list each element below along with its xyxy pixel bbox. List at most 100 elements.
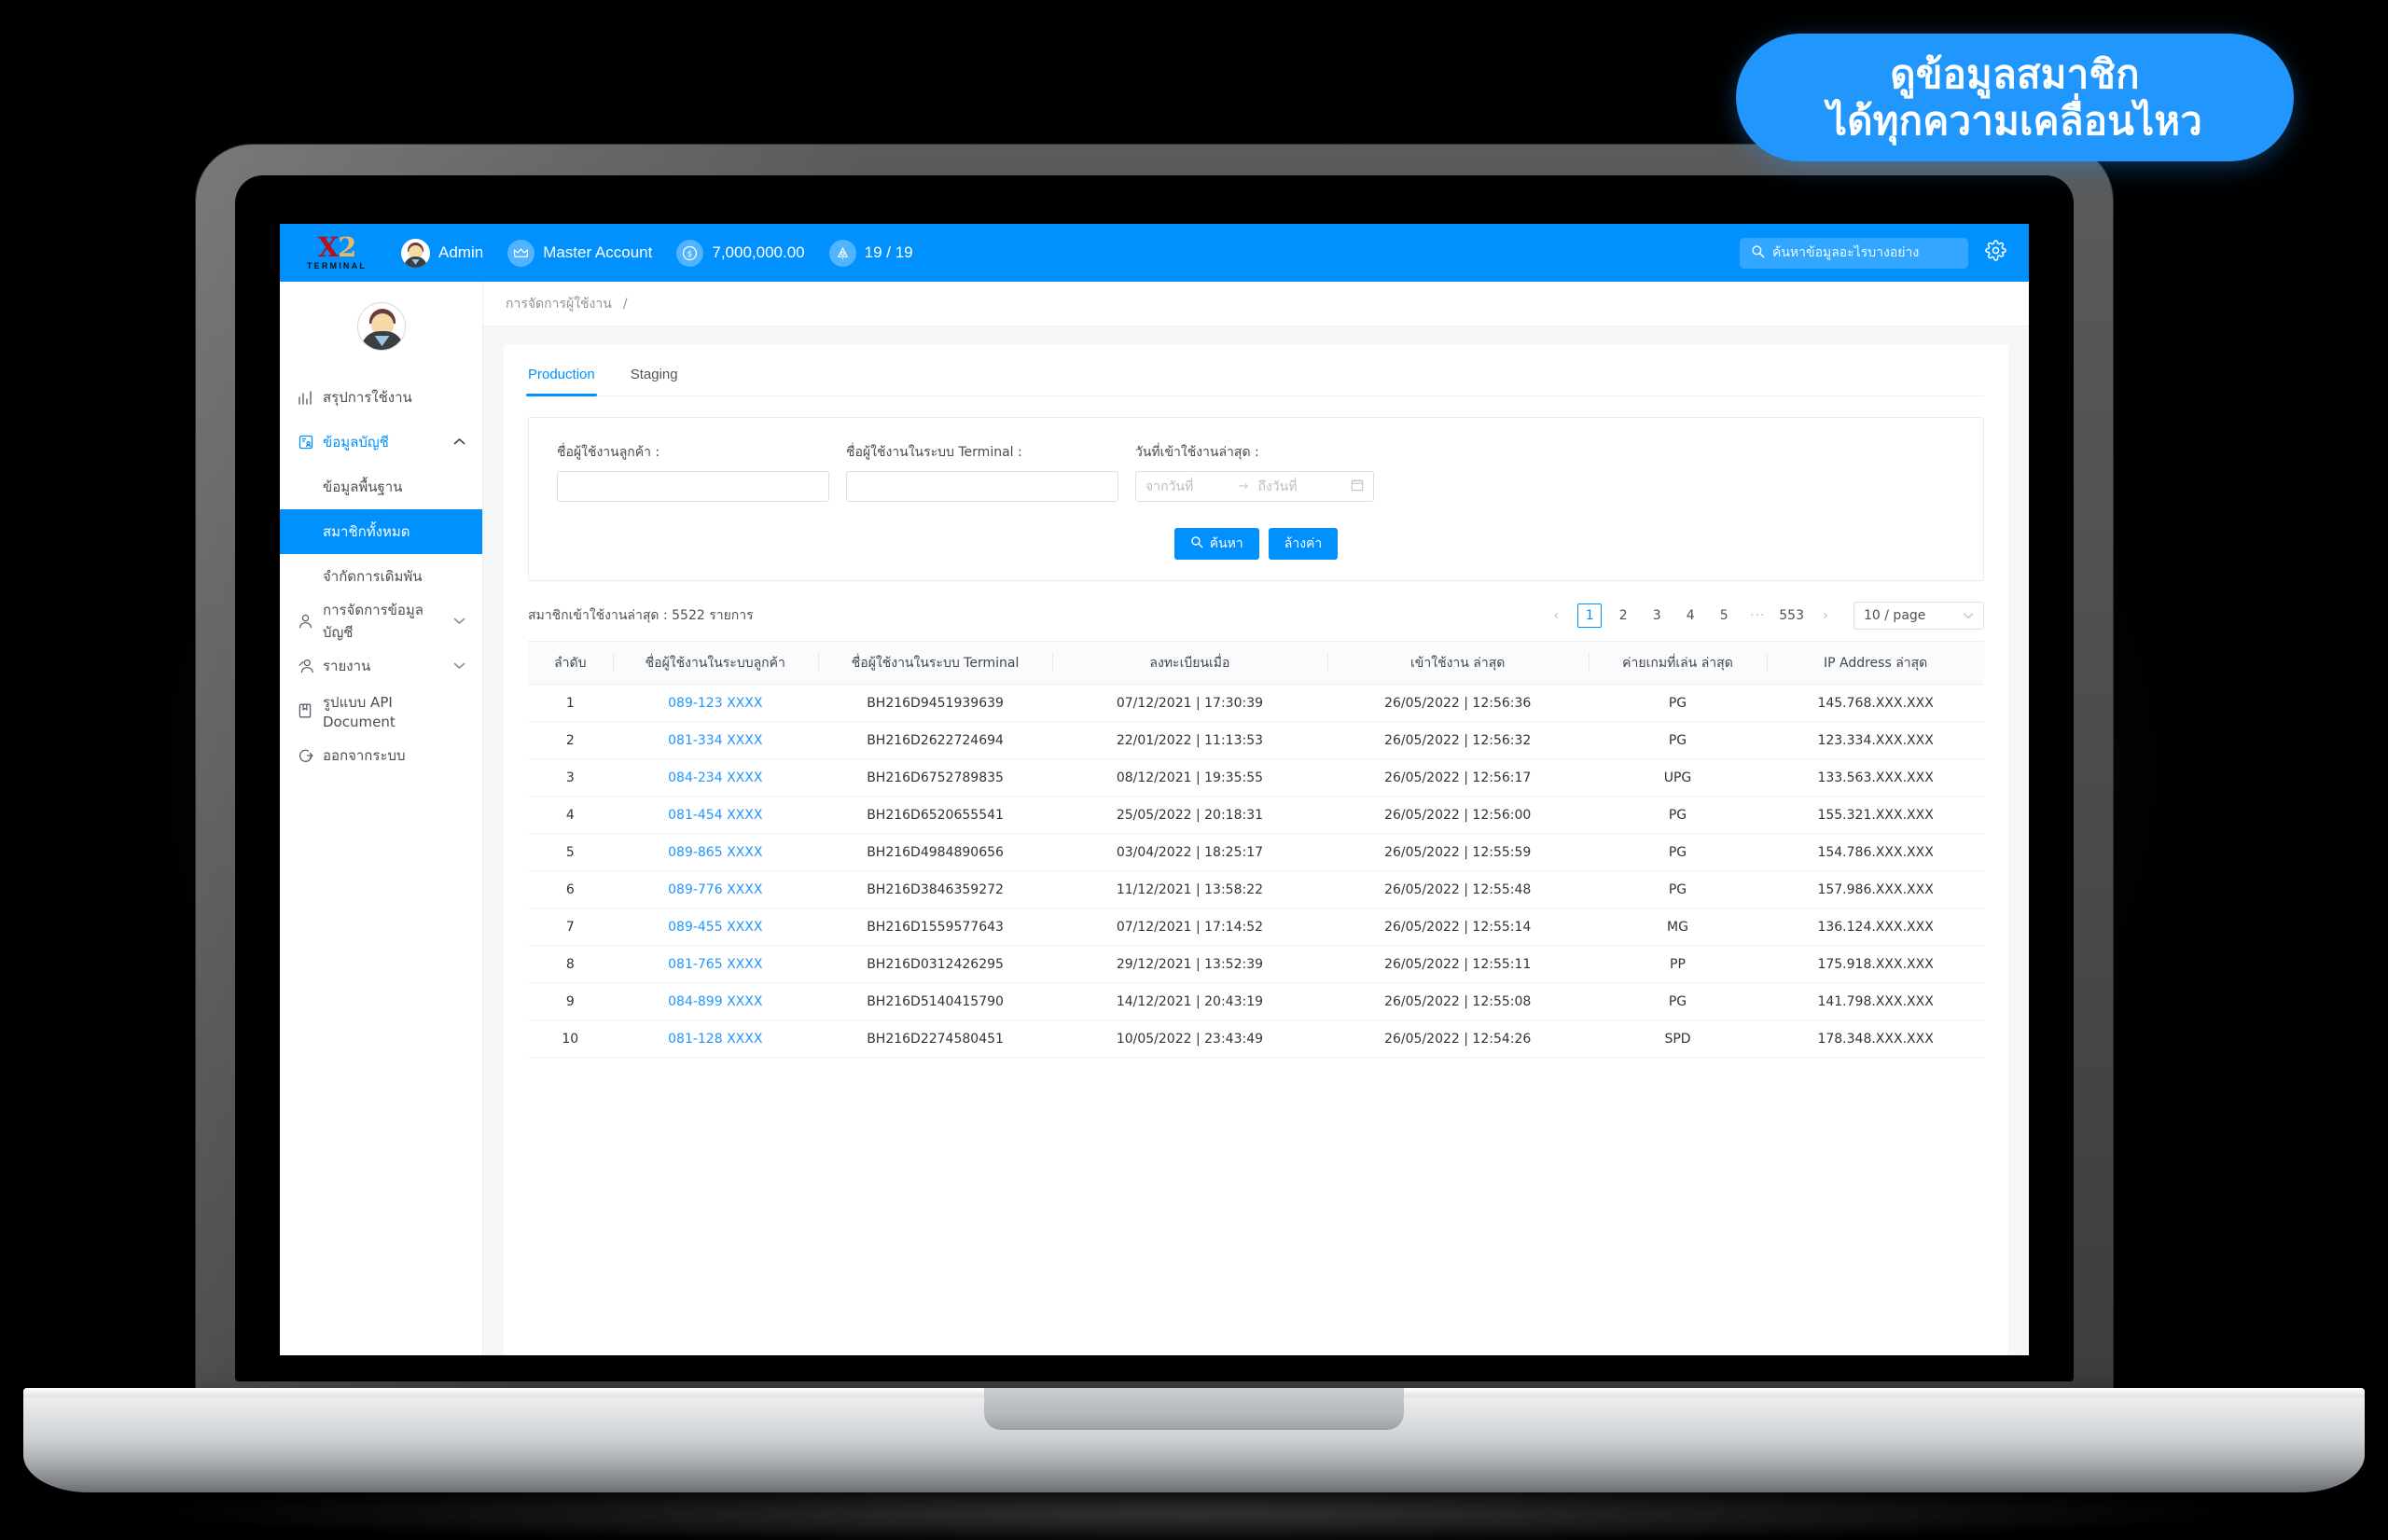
page-size-value: 10 / page	[1864, 608, 1926, 623]
cell-registered-at: 10/05/2022 | 23:43:49	[1052, 1020, 1327, 1058]
pagination-page-last[interactable]: 553	[1779, 604, 1804, 628]
cell-ip-address: 154.786.XXX.XXX	[1767, 833, 1984, 871]
sidebar-item-api-document[interactable]: รูปแบบ API Document	[280, 688, 482, 733]
pagination-page-4[interactable]: 4	[1678, 604, 1702, 628]
cell-last-login: 26/05/2022 | 12:55:48	[1326, 870, 1589, 909]
clear-button-label: ล้างค่า	[1284, 536, 1323, 551]
pagination-prev[interactable]: ‹	[1544, 604, 1568, 628]
sidebar-item-basic-info[interactable]: ข้อมูลพื้นฐาน	[280, 465, 482, 509]
date-range-picker[interactable]: จากวันที่ → ถึงวันที่	[1135, 471, 1374, 502]
clear-button[interactable]: ล้างค่า	[1268, 528, 1339, 560]
cell-customer-username[interactable]: 089-123 XXXX	[612, 684, 818, 722]
cell-terminal-username: BH216D5140415790	[817, 982, 1053, 1020]
cell-no: 9	[528, 982, 613, 1020]
header-notifications[interactable]: 19 / 19	[828, 239, 913, 267]
global-search-placeholder: ค้นหาข้อมูลอะไรบางอย่าง	[1772, 244, 1920, 259]
gear-icon[interactable]	[1985, 239, 2006, 267]
customer-username-link[interactable]: 081-454 XXXX	[668, 808, 762, 823]
breadcrumb-separator: /	[622, 296, 628, 312]
pagination-page-3[interactable]: 3	[1645, 604, 1669, 628]
sidebar: สรุปการใช้งาน ข้อมูลบัญชี ข้อมูลพื้นฐาน	[280, 282, 483, 1355]
column-header-no: ลำดับ	[528, 641, 613, 685]
cell-last-login: 26/05/2022 | 12:56:17	[1326, 758, 1589, 797]
customer-username-link[interactable]: 084-234 XXXX	[668, 770, 762, 785]
cell-no: 3	[528, 758, 613, 797]
cell-registered-at: 14/12/2021 | 20:43:19	[1052, 982, 1327, 1020]
content-panel: Production Staging ชื่อผู้ใช้งานลูกค้า :…	[504, 344, 2008, 1355]
customer-username-link[interactable]: 089-123 XXXX	[668, 696, 762, 711]
date-to-placeholder[interactable]: ถึงวันที่	[1257, 477, 1341, 497]
pagination-next[interactable]: ›	[1813, 604, 1838, 628]
cell-customer-username[interactable]: 089-455 XXXX	[612, 908, 818, 946]
cell-customer-username[interactable]: 084-899 XXXX	[612, 982, 818, 1020]
customer-username-link[interactable]: 081-128 XXXX	[668, 1032, 762, 1047]
search-button[interactable]: ค้นหา	[1173, 528, 1259, 560]
pagination-page-1[interactable]: 1	[1577, 604, 1603, 628]
breadcrumb-item[interactable]: การจัดการผู้ใช้งาน	[506, 294, 612, 314]
table-row: 7 089-455 XXXX BH216D1559577643 07/12/2021 …	[528, 908, 1984, 946]
cell-ip-address: 136.124.XXX.XXX	[1767, 908, 1984, 946]
cell-no: 10	[528, 1020, 613, 1058]
users-report-icon	[298, 659, 323, 673]
cell-customer-username[interactable]: 081-128 XXXX	[612, 1020, 818, 1058]
sidebar-item-usage-summary[interactable]: สรุปการใช้งาน	[280, 375, 482, 420]
cell-customer-username[interactable]: 081-454 XXXX	[612, 796, 818, 834]
cell-customer-username[interactable]: 084-234 XXXX	[612, 758, 818, 797]
screenshot-stage: ดูข้อมูลสมาชิก ได้ทุกความเคลื่อนไหว X2 T…	[0, 0, 2388, 1540]
sidebar-item-account-info[interactable]: ข้อมูลบัญชี	[280, 420, 482, 465]
logo-letter-x: X	[317, 231, 339, 264]
avatar[interactable]	[356, 302, 406, 351]
app-screen: X2 TERMINAL Admin Master Account $ 7,000…	[280, 224, 2029, 1355]
customer-username-link[interactable]: 084-899 XXXX	[668, 994, 762, 1009]
header-account[interactable]: Master Account	[507, 239, 652, 267]
tab-staging[interactable]: Staging	[631, 367, 678, 395]
cell-no: 4	[528, 796, 613, 834]
table-row: 2 081-334 XXXX BH216D2622724694 22/01/2022 …	[528, 721, 1984, 759]
terminal-username-input[interactable]	[846, 471, 1118, 502]
promo-callout-badge: ดูข้อมูลสมาชิก ได้ทุกความเคลื่อนไหว	[1736, 34, 2294, 161]
cell-terminal-username: BH216D2274580451	[817, 1020, 1053, 1058]
pagination-page-5[interactable]: 5	[1712, 604, 1736, 628]
sidebar-item-reports[interactable]: รายงาน	[280, 644, 482, 688]
cell-registered-at: 08/12/2021 | 19:35:55	[1052, 758, 1327, 797]
cell-customer-username[interactable]: 081-334 XXXX	[612, 721, 818, 759]
customer-username-link[interactable]: 089-776 XXXX	[668, 882, 762, 897]
page-size-select[interactable]: 10 / page	[1853, 602, 1984, 630]
cell-game-camp: PG	[1588, 796, 1768, 834]
filter-panel: ชื่อผู้ใช้งานลูกค้า : ชื่อผู้ใช้งานในระบ…	[528, 417, 1984, 581]
sidebar-item-label: ออกจากระบบ	[323, 747, 406, 764]
cell-customer-username[interactable]: 089-776 XXXX	[612, 870, 818, 909]
cell-customer-username[interactable]: 081-765 XXXX	[612, 945, 818, 983]
account-card-icon	[298, 435, 323, 450]
sidebar-item-logout[interactable]: ออกจากระบบ	[280, 733, 482, 778]
customer-username-link[interactable]: 089-455 XXXX	[668, 920, 762, 935]
cell-last-login: 26/05/2022 | 12:54:26	[1326, 1020, 1589, 1058]
sidebar-item-all-members[interactable]: สมาชิกทั้งหมด	[280, 509, 482, 554]
customer-username-link[interactable]: 081-765 XXXX	[668, 957, 762, 972]
header-user[interactable]: Admin	[401, 238, 483, 268]
customer-username-link[interactable]: 089-865 XXXX	[668, 845, 762, 860]
global-search[interactable]: ค้นหาข้อมูลอะไรบางอย่าง	[1740, 237, 1968, 269]
header-notification-count: 19 / 19	[864, 243, 913, 261]
chevron-down-icon	[453, 616, 465, 628]
cell-ip-address: 155.321.XXX.XXX	[1767, 796, 1984, 834]
cell-registered-at: 07/12/2021 | 17:14:52	[1052, 908, 1327, 946]
sidebar-item-bet-limit[interactable]: จำกัดการเดิมพัน	[280, 554, 482, 599]
date-from-placeholder[interactable]: จากวันที่	[1145, 477, 1229, 497]
cell-game-camp: PG	[1588, 684, 1768, 722]
filter-last-login-date: วันที่เข้าใช้งานล่าสุด : จากวันที่ → ถึง…	[1135, 442, 1374, 502]
customer-username-link[interactable]: 081-334 XXXX	[668, 733, 762, 748]
search-icon	[1190, 535, 1203, 552]
tab-bar: Production Staging	[526, 367, 1984, 396]
cell-customer-username[interactable]: 089-865 XXXX	[612, 833, 818, 871]
column-header-ip: IP Address ล่าสุด	[1767, 641, 1984, 685]
header-balance[interactable]: $ 7,000,000.00	[676, 239, 805, 267]
customer-username-input[interactable]	[557, 471, 829, 502]
pagination-page-2[interactable]: 2	[1611, 604, 1635, 628]
app-logo[interactable]: X2 TERMINAL	[300, 234, 373, 271]
cell-terminal-username: BH216D1559577643	[817, 908, 1053, 946]
sidebar-item-label: ข้อมูลพื้นฐาน	[323, 479, 403, 495]
sidebar-item-account-management[interactable]: การจัดการข้อมูลบัญชี	[280, 599, 482, 644]
tab-production[interactable]: Production	[526, 367, 597, 396]
logo-subtitle: TERMINAL	[306, 260, 368, 271]
